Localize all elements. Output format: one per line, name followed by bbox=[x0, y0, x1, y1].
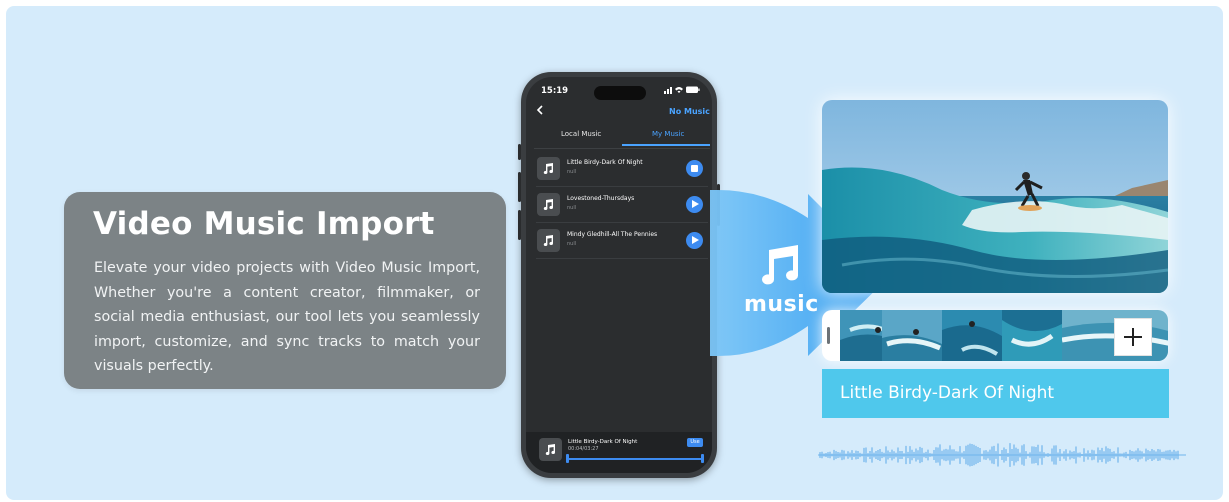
music-note-icon bbox=[762, 245, 799, 285]
play-button[interactable] bbox=[686, 232, 703, 249]
trim-start-handle[interactable] bbox=[566, 454, 569, 463]
trim-end-handle[interactable] bbox=[701, 454, 704, 463]
feature-title: Video Music Import bbox=[93, 206, 435, 242]
plus-icon-vertical bbox=[1132, 328, 1134, 346]
music-tabs: Local Music My Music bbox=[534, 128, 710, 146]
surfer-video-image bbox=[822, 100, 1168, 293]
back-button[interactable] bbox=[536, 103, 544, 119]
no-music-button[interactable]: No Music bbox=[669, 107, 710, 116]
track-artist: null bbox=[567, 205, 577, 211]
audio-track-name: Little Birdy-Dark Of Night bbox=[840, 383, 1055, 403]
phone-volume-up-button bbox=[518, 172, 521, 202]
track-title: Little Birdy-Dark Of Night bbox=[567, 159, 643, 166]
track-artist: null bbox=[567, 169, 577, 175]
music-note-icon bbox=[543, 235, 553, 246]
feature-description: Elevate your video projects with Video M… bbox=[94, 260, 480, 374]
player-thumbnail bbox=[539, 438, 562, 461]
music-label: music bbox=[744, 292, 819, 317]
music-note-icon bbox=[543, 163, 553, 174]
active-tab-indicator bbox=[622, 144, 710, 146]
track-thumbnail bbox=[537, 157, 560, 180]
track-list-item[interactable]: Little Birdy-Dark Of Night null bbox=[534, 151, 708, 187]
timeline-frame bbox=[1002, 310, 1062, 361]
timeline-frame bbox=[942, 310, 1002, 361]
feature-info-card: Video Music Import Elevate your video pr… bbox=[64, 192, 506, 389]
play-icon bbox=[692, 200, 699, 208]
phone-mockup: 15:19 No Music Local Music My Music Litt… bbox=[518, 72, 720, 478]
list-divider bbox=[536, 258, 708, 259]
status-icons bbox=[664, 85, 700, 96]
chevron-left-icon bbox=[536, 105, 543, 115]
track-title: Lovestoned-Thursdays bbox=[567, 195, 635, 202]
play-button[interactable] bbox=[686, 196, 703, 213]
video-preview bbox=[822, 100, 1168, 293]
timeline-start-handle[interactable] bbox=[827, 327, 830, 344]
status-time: 15:19 bbox=[541, 86, 569, 96]
video-timeline[interactable] bbox=[822, 310, 1168, 361]
phone-volume-down-button bbox=[518, 210, 521, 240]
dynamic-island bbox=[594, 86, 646, 100]
timeline-frame bbox=[882, 310, 942, 361]
stop-icon bbox=[691, 165, 698, 172]
track-thumbnail bbox=[537, 229, 560, 252]
play-icon bbox=[692, 236, 699, 244]
music-note-icon bbox=[543, 199, 553, 210]
track-list-item[interactable]: Lovestoned-Thursdays null bbox=[534, 187, 708, 223]
phone-mute-button bbox=[518, 144, 521, 160]
audio-waveform bbox=[818, 443, 1186, 467]
tabs-divider bbox=[534, 148, 710, 149]
stop-button[interactable] bbox=[686, 160, 703, 177]
trim-range-bar bbox=[566, 458, 703, 460]
track-thumbnail bbox=[537, 193, 560, 216]
audio-track-bar[interactable]: Little Birdy-Dark Of Night bbox=[822, 369, 1169, 418]
tab-local-music[interactable]: Local Music bbox=[561, 130, 601, 138]
hero-banner: Video Music Import Elevate your video pr… bbox=[6, 6, 1223, 500]
player-time: 00:04/03:27 bbox=[568, 446, 599, 452]
use-button[interactable]: Use bbox=[687, 438, 703, 447]
track-artist: null bbox=[567, 241, 577, 247]
music-note-icon bbox=[545, 444, 555, 455]
tab-my-music[interactable]: My Music bbox=[652, 130, 684, 138]
track-list-item[interactable]: Mindy Gledhill-All The Pennies null bbox=[534, 223, 708, 259]
add-clip-button[interactable] bbox=[1114, 318, 1152, 356]
track-title: Mindy Gledhill-All The Pennies bbox=[567, 231, 658, 238]
mini-player: Little Birdy-Dark Of Night 00:04/03:27 U… bbox=[526, 432, 712, 473]
phone-screen: 15:19 No Music Local Music My Music Litt… bbox=[526, 77, 712, 473]
player-track-title: Little Birdy-Dark Of Night bbox=[568, 439, 638, 445]
signal-wifi-battery-icon bbox=[664, 86, 700, 94]
